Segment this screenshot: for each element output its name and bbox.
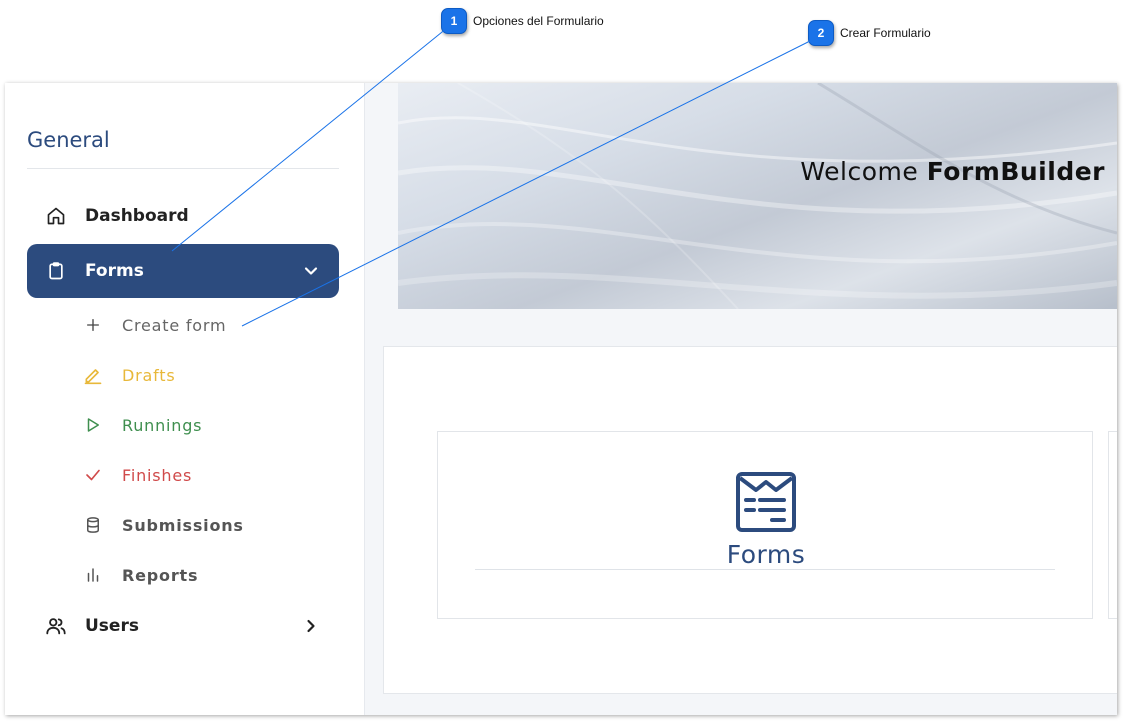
submenu-item-label: Reports bbox=[122, 565, 199, 585]
sidebar-item-label: Forms bbox=[85, 261, 144, 281]
sidebar-item-label: Users bbox=[85, 616, 139, 636]
check-icon bbox=[83, 465, 103, 485]
forms-card[interactable]: Forms bbox=[437, 431, 1093, 619]
submenu-item-label: Runnings bbox=[122, 415, 203, 435]
chevron-right-icon[interactable] bbox=[301, 616, 321, 636]
sidebar-divider bbox=[27, 168, 339, 169]
submenu-item-create-form[interactable]: Create form bbox=[83, 310, 226, 340]
users-icon bbox=[45, 615, 67, 637]
banner-background bbox=[398, 83, 1117, 309]
sidebar-item-label: Dashboard bbox=[85, 206, 189, 226]
main-content: Welcome FormBuilder Forms bbox=[365, 83, 1117, 715]
chevron-down-icon[interactable] bbox=[301, 261, 321, 281]
dashboard-panel: Forms bbox=[383, 346, 1117, 694]
sidebar-item-dashboard[interactable]: Dashboard bbox=[27, 189, 339, 243]
submenu-item-label: Submissions bbox=[122, 515, 244, 535]
callout-badge-1: 1 bbox=[441, 8, 467, 34]
play-icon bbox=[83, 415, 103, 435]
submenu-item-label: Drafts bbox=[122, 365, 176, 385]
submenu-item-label: Finishes bbox=[122, 465, 193, 485]
submenu-item-label: Create form bbox=[122, 315, 227, 335]
clipboard-icon bbox=[45, 260, 67, 282]
home-icon bbox=[45, 205, 67, 227]
card-title: Forms bbox=[726, 540, 806, 569]
sidebar-item-forms[interactable]: Forms bbox=[27, 244, 339, 298]
banner-brand-text: FormBuilder bbox=[926, 157, 1105, 186]
sidebar-heading: General bbox=[27, 128, 110, 152]
welcome-banner: Welcome FormBuilder bbox=[398, 83, 1117, 309]
bar-chart-icon bbox=[83, 565, 103, 585]
app-window: General Dashboard Forms Create form Draf… bbox=[5, 83, 1117, 715]
submenu-item-finishes[interactable]: Finishes bbox=[83, 460, 192, 490]
callout-badge-2: 2 bbox=[808, 20, 834, 46]
submenu-item-reports[interactable]: Reports bbox=[83, 560, 198, 590]
submenu-item-submissions[interactable]: Submissions bbox=[83, 510, 244, 540]
sidebar: General Dashboard Forms Create form Draf… bbox=[5, 83, 365, 715]
submenu-item-runnings[interactable]: Runnings bbox=[83, 410, 202, 440]
card-divider bbox=[475, 569, 1055, 570]
pencil-icon bbox=[83, 365, 103, 385]
form-document-icon bbox=[736, 472, 796, 532]
banner-title: Welcome FormBuilder bbox=[800, 157, 1105, 186]
callout-label-2: Crear Formulario bbox=[840, 26, 931, 40]
database-icon bbox=[83, 515, 103, 535]
plus-icon bbox=[83, 315, 103, 335]
submenu-item-drafts[interactable]: Drafts bbox=[83, 360, 175, 390]
banner-welcome-text: Welcome bbox=[800, 157, 919, 186]
callout-label-1: Opciones del Formulario bbox=[473, 14, 604, 28]
next-card-partial[interactable] bbox=[1108, 431, 1117, 619]
sidebar-item-users[interactable]: Users bbox=[27, 599, 339, 653]
